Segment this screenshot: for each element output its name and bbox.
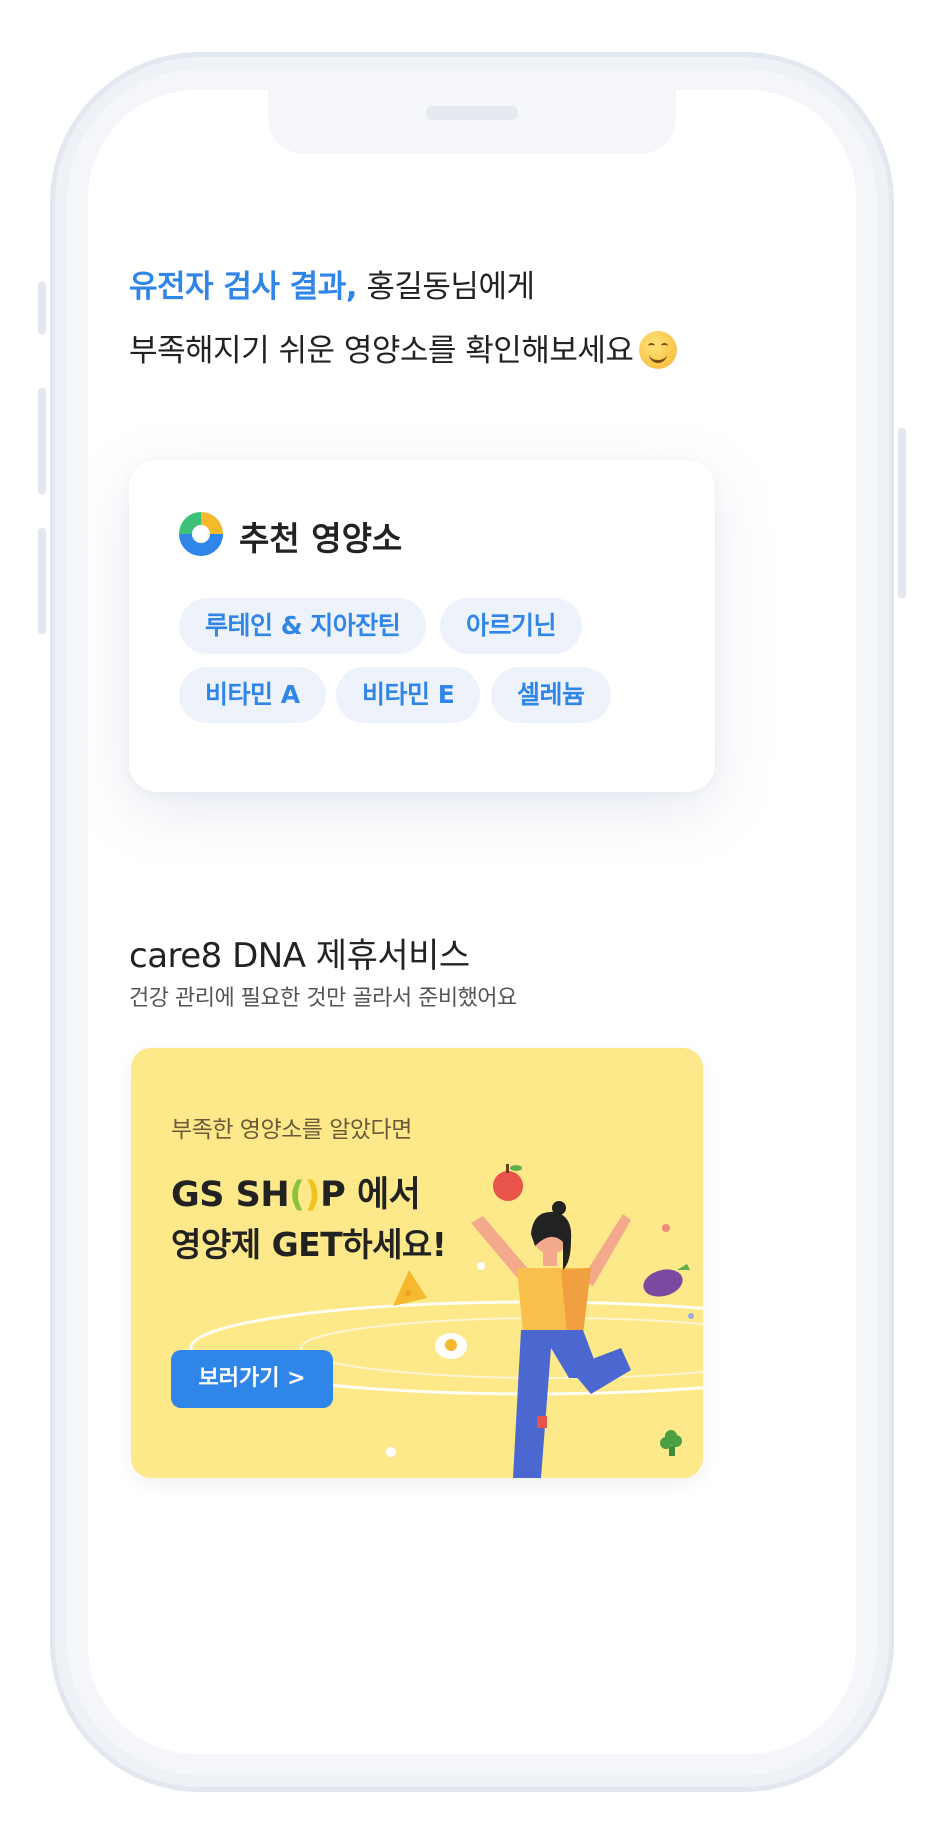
donut-chart-icon [179,512,223,556]
phone-volume-up-button [38,388,46,494]
egg-icon [435,1333,467,1359]
banner-headline: GS SH()P 에서 [171,1166,421,1217]
phone-mute-button [38,282,46,334]
nutrient-chip-vitamin-a[interactable]: 비타민 A [179,667,326,723]
partner-section-title: care8 DNA 제휴서비스 [129,936,470,976]
smile-emoji-icon [639,331,678,369]
gs-shop-banner[interactable]: 부족한 영양소를 알았다면 GS SH()P 에서 영양제 GET하세요! 보러… [131,1048,703,1478]
gs-shop-logo: GS SH()P [171,1175,346,1215]
recommend-nutrients-card: 추천 영양소 루테인 & 지아잔틴 아르기닌 비타민 A 비타민 E 셀레늄 [129,460,715,792]
view-more-button[interactable]: 보러가기 > [171,1350,333,1408]
phone-volume-down-button [38,528,46,634]
nutrient-chip-vitamin-e[interactable]: 비타민 E [336,667,481,723]
banner-headline-suffix: 에서 [345,1175,421,1215]
greeting-accent: 유전자 검사 결과, [129,269,358,305]
card-title: 추천 영양소 [239,519,403,558]
banner-headline-line2: 영양제 GET하세요! [171,1225,447,1264]
speaker-grille [426,106,518,120]
woman-figure [471,1201,631,1478]
cheese-icon [393,1270,427,1306]
greeting-name: 홍길동님에게 [357,269,535,305]
greeting-text: 유전자 검사 결과, 홍길동님에게 부족해지기 쉬운 영양소를 확인해보세요 [129,255,678,383]
nutrient-chip-arginine[interactable]: 아르기닌 [440,598,583,654]
broccoli-icon [660,1430,682,1456]
partner-section-subtitle: 건강 관리에 필요한 것만 골라서 준비했어요 [129,986,517,1011]
apple-icon [493,1164,523,1201]
banner-subtitle: 부족한 영양소를 알았다면 [171,1117,412,1143]
phone-screen: 유전자 검사 결과, 홍길동님에게 부족해지기 쉬운 영양소를 확인해보세요 추… [88,90,856,1754]
nutrient-chip-selenium[interactable]: 셀레늄 [491,667,611,723]
eggplant-icon [643,1264,690,1297]
greeting-line2: 부족해지기 쉬운 영양소를 확인해보세요 [129,333,634,369]
nutrient-chip-lutein[interactable]: 루테인 & 지아잔틴 [179,598,427,654]
phone-power-button [898,428,906,598]
phone-notch [268,90,676,154]
